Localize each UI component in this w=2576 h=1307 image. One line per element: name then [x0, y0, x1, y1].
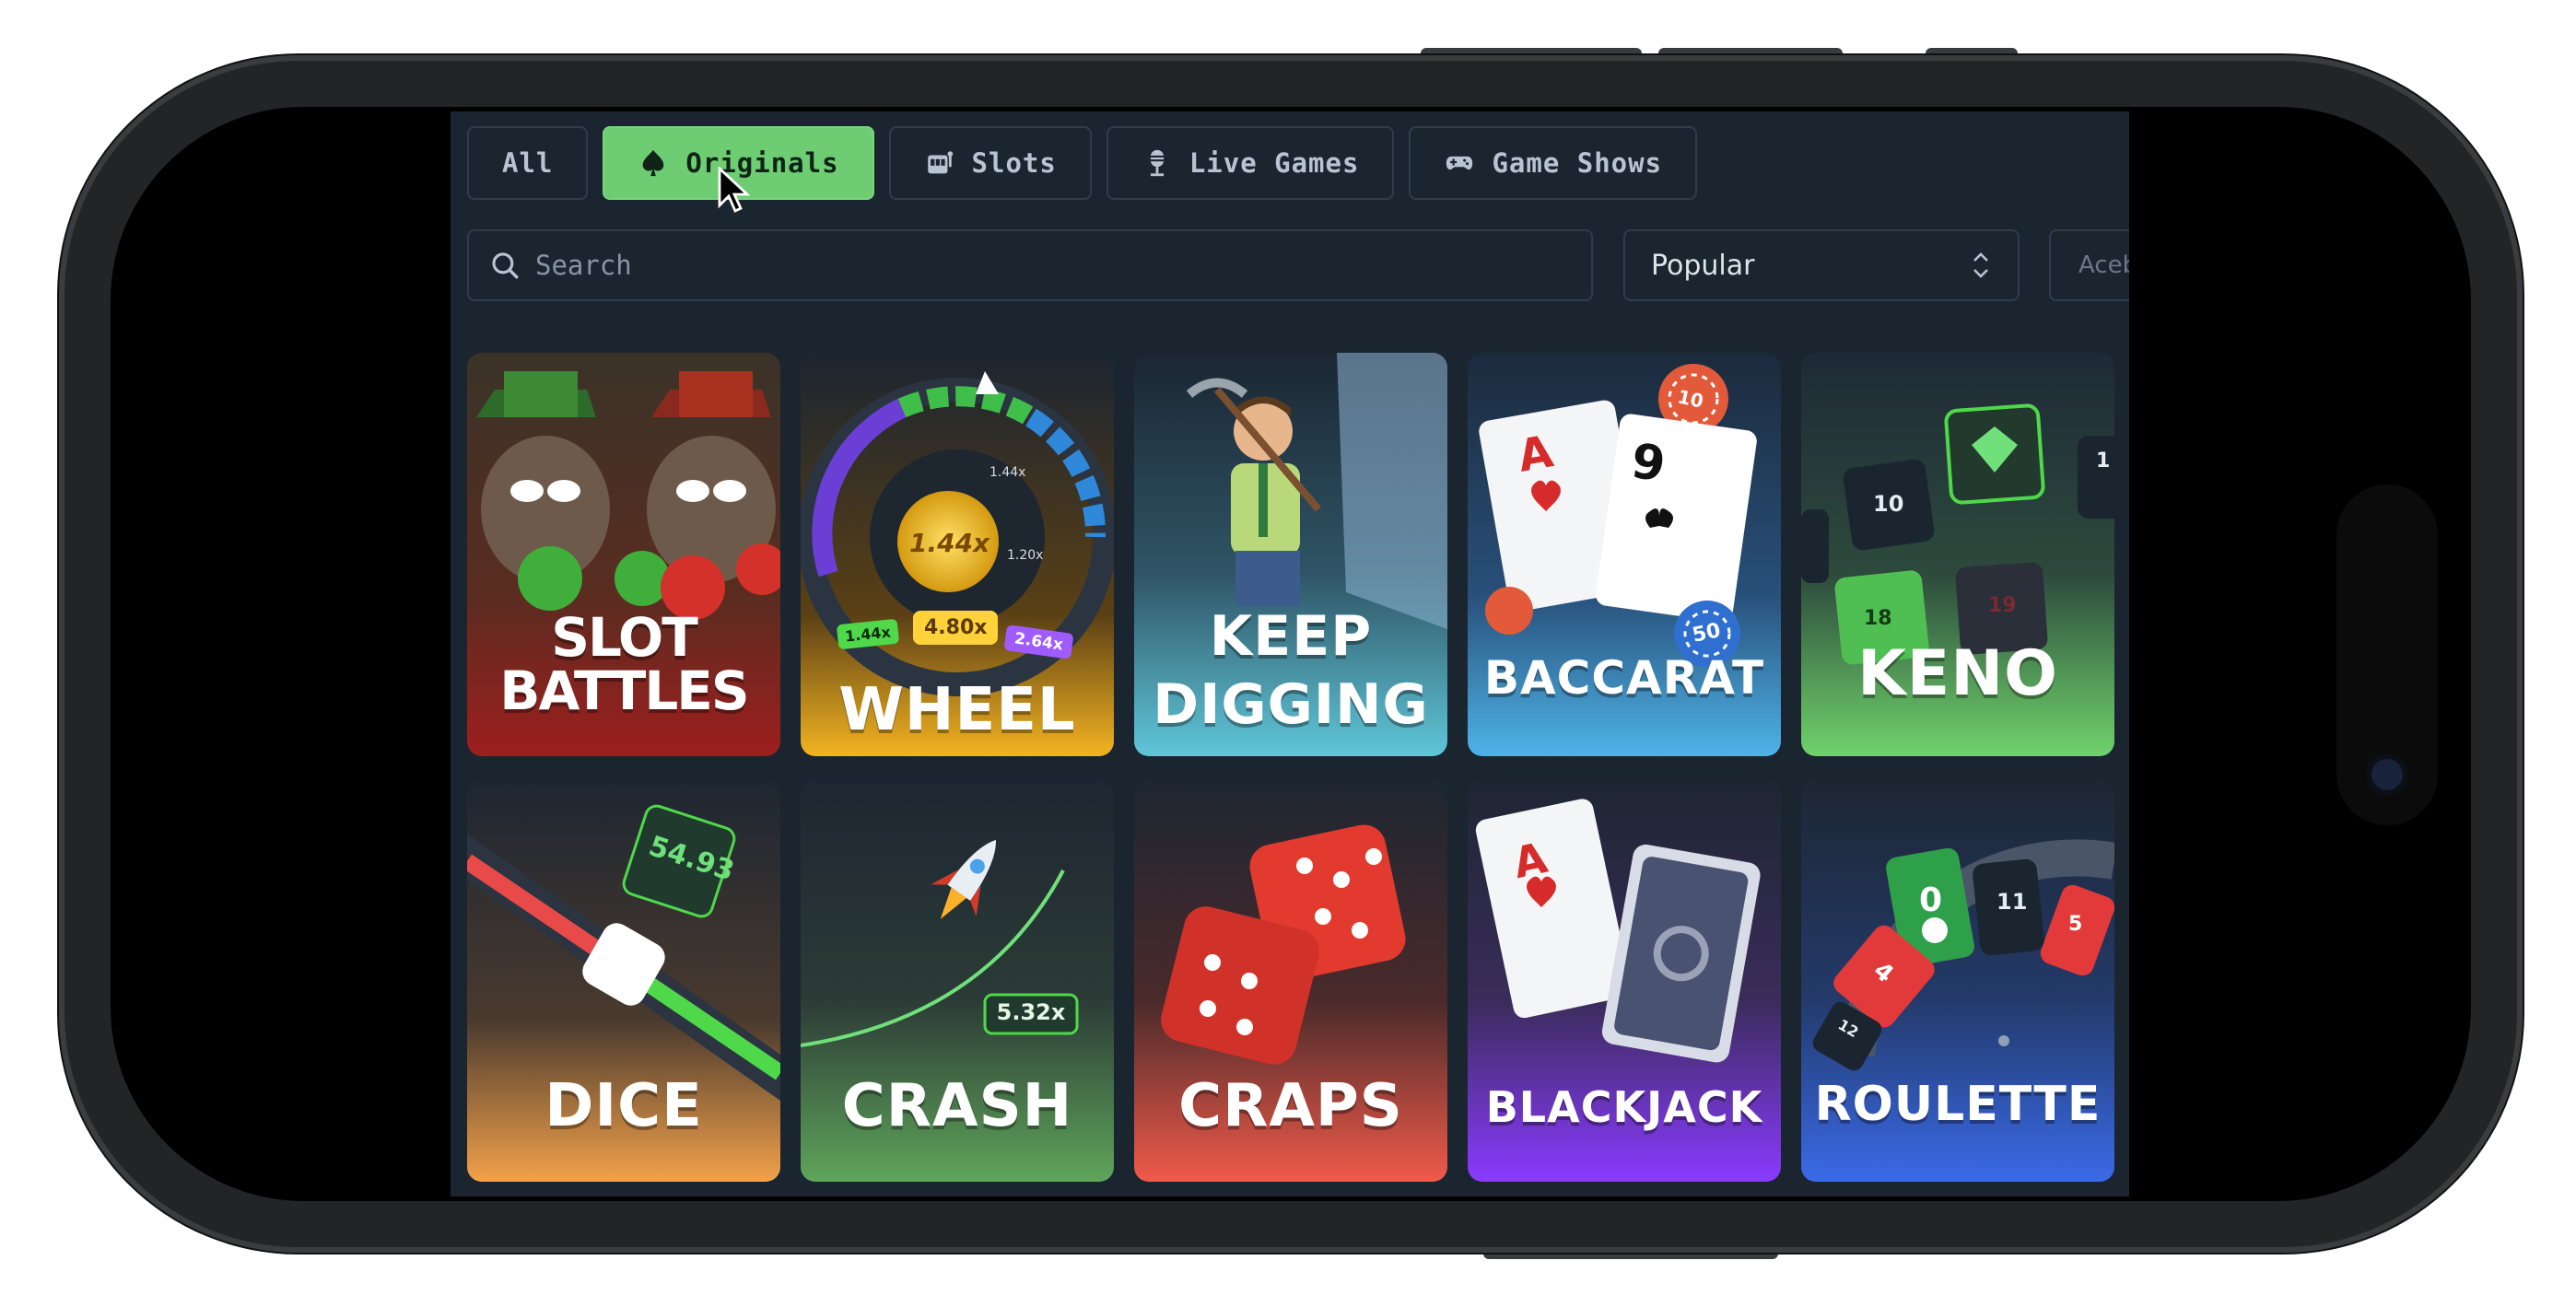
provider-select[interactable]: Aceb — [2049, 229, 2129, 301]
game-card-crash[interactable]: 5.32x CRASH — [801, 778, 1114, 1182]
game-title: DICE — [544, 1072, 703, 1140]
chevron-up-down-icon — [1973, 252, 1988, 278]
game-card-slot-battles[interactable]: SLOT BATTLES — [467, 353, 780, 756]
game-grid: SLOT BATTLES 1.44x 1.44x 1.20x 1.44x 4.8… — [467, 353, 2114, 1182]
provider-value: Aceb — [2078, 251, 2129, 279]
game-card-roulette[interactable]: 0 4 11 5 12 ROULETTE — [1801, 778, 2114, 1182]
keno-tile-number: 19 — [1988, 594, 2017, 617]
tab-game-shows[interactable]: Game Shows — [1409, 126, 1698, 200]
game-card-keep-digging[interactable]: KEEP DIGGING — [1134, 353, 1447, 756]
tab-label: Originals — [685, 147, 839, 179]
search-box[interactable] — [467, 229, 1593, 301]
camera-icon — [2371, 759, 2403, 790]
game-title: KENO — [1857, 637, 2058, 710]
game-title-line-1: KEEP — [1209, 604, 1373, 669]
keno-tile-number: 1 — [2096, 449, 2111, 473]
game-card-keno[interactable]: 10 18 19 1 KENO — [1801, 353, 2114, 756]
crash-multiplier: 5.32x — [996, 999, 1066, 1025]
search-icon — [492, 252, 519, 279]
tab-slots[interactable]: Slots — [888, 126, 1092, 200]
microphone-icon — [1150, 149, 1164, 177]
search-input[interactable] — [533, 249, 1551, 282]
keno-tile-number: 10 — [1873, 491, 1904, 517]
roulette-number: 11 — [1996, 889, 2028, 915]
wheel-center-multiplier: 1.44x — [909, 528, 990, 558]
roulette-number: 0 — [1919, 881, 1943, 919]
wheel-ring-multiplier: 1.44x — [989, 465, 1026, 480]
game-card-blackjack[interactable]: A BLACKJACK — [1468, 778, 1781, 1182]
game-title: WHEEL — [838, 676, 1076, 744]
gamepad-icon — [1446, 156, 1473, 170]
tab-all[interactable]: All — [467, 126, 589, 200]
spade-icon — [643, 149, 664, 177]
tab-label: Live Games — [1188, 147, 1360, 179]
category-tabs: All Originals Slots Live Games Game Show… — [467, 126, 1698, 200]
tab-label: Slots — [971, 147, 1057, 179]
game-title: BACCARAT — [1483, 651, 1765, 705]
game-card-dice[interactable]: 54.93 DICE — [467, 778, 780, 1182]
game-title: CRASH — [841, 1072, 1073, 1140]
tab-label: All — [502, 147, 554, 179]
tab-live-games[interactable]: Live Games — [1106, 126, 1395, 200]
game-card-wheel[interactable]: 1.44x 1.44x 1.20x 1.44x 4.80x 2.64x WHEE… — [801, 353, 1114, 756]
mouse-cursor-icon — [718, 167, 751, 213]
tab-label: Game Shows — [1492, 147, 1663, 179]
game-title: BLACKJACK — [1485, 1082, 1763, 1132]
game-card-craps[interactable]: CRAPS — [1134, 778, 1447, 1182]
roulette-number: 5 — [2068, 913, 2083, 936]
game-title: CRAPS — [1178, 1072, 1403, 1140]
app-screen: All Originals Slots Live Games Game Show… — [451, 111, 2129, 1196]
game-title: SLOT BATTLES — [499, 606, 749, 722]
game-title-line-2: DIGGING — [1153, 672, 1429, 737]
game-card-baccarat[interactable]: A 9 10 50 BACCARAT — [1468, 353, 1781, 756]
keno-tile-number: 18 — [1864, 607, 1892, 630]
sort-value: Popular — [1651, 249, 1755, 282]
slot-machine-icon — [927, 151, 953, 174]
wheel-ring-multiplier: 1.20x — [1007, 548, 1044, 563]
game-title: ROULETTE — [1814, 1077, 2102, 1132]
wheel-chip-gold: 4.80x — [913, 611, 999, 645]
sort-select[interactable]: Popular — [1623, 229, 2020, 301]
